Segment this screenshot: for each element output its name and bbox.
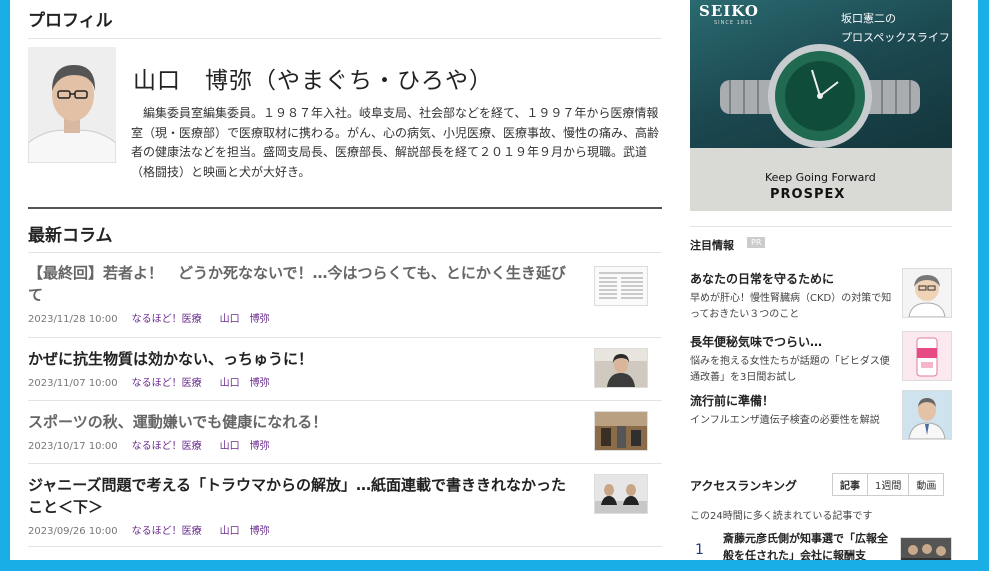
article-author-link[interactable]: 山口 博弥 <box>220 441 270 452</box>
tab-weekly[interactable]: 1週間 <box>867 474 908 495</box>
article-thumbnail[interactable] <box>594 266 648 306</box>
divider <box>28 546 662 547</box>
section-divider <box>28 207 662 209</box>
ranking-description: この24時間に多く読まれている記事です <box>690 511 873 522</box>
article-item[interactable]: 【最終回】若者よ！ どうか死なないで！…今はつらくても、とにかく生き延びて 20… <box>28 262 662 325</box>
article-meta: 2023/11/28 10:00 なるほど！医療 山口 博弥 <box>28 310 662 325</box>
ranking-section-title: アクセスランキング <box>690 479 798 493</box>
ranking-tabs: 記事 1週間 動画 <box>832 473 945 496</box>
ranking-thumbnail[interactable] <box>900 537 952 560</box>
article-title[interactable]: 【最終回】若者よ！ どうか死なないで！…今はつらくても、とにかく生き延びて <box>28 262 580 306</box>
divider <box>28 400 662 401</box>
columns-section-title: 最新コラム <box>28 226 113 246</box>
article-author-link[interactable]: 山口 博弥 <box>220 314 270 325</box>
divider <box>690 226 952 227</box>
yogurt-product-thumb[interactable] <box>902 331 952 381</box>
article-item[interactable]: かぜに抗生物質は効かない、っちゅうに！ 2023/11/07 10:00 なるほど… <box>28 348 662 389</box>
article-author-link[interactable]: 山口 博弥 <box>220 378 270 389</box>
ad-product-name: PROSPEX <box>770 187 846 202</box>
author-bio: 編集委員室編集委員。１９８７年入社。岐阜支局、社会部などを経て、１９９７年から医… <box>131 106 660 179</box>
divider <box>28 337 662 338</box>
article-thumbnail[interactable] <box>594 411 648 451</box>
ad-tagline: Keep Going Forward <box>765 171 876 184</box>
article-item[interactable]: スポーツの秋、運動嫌いでも健康になれる！ 2023/10/17 10:00 なるほ… <box>28 411 662 452</box>
article-meta: 2023/09/26 10:00 なるほど！医療 山口 博弥 <box>28 522 662 537</box>
article-meta: 2023/10/17 10:00 なるほど！医療 山口 博弥 <box>28 437 662 452</box>
article-item[interactable]: ジャニーズ問題で考える「トラウマからの解放」…紙面連載で書ききれなかったこと＜下… <box>28 474 662 537</box>
notice-section-title: 注目情報 <box>690 239 734 252</box>
divider <box>28 38 662 39</box>
article-category-link[interactable]: なるほど！医療 <box>132 314 202 325</box>
watch-image <box>720 44 920 148</box>
author-name: 山口 博弥（やまぐち・ひろや） <box>133 68 493 94</box>
doctor-photo-thumb[interactable] <box>902 390 952 440</box>
notice-body: 悩みを抱える女性たちが話題の「ビヒダス便通改善」を3日間お試し <box>690 356 890 383</box>
article-title[interactable]: ジャニーズ問題で考える「トラウマからの解放」…紙面連載で書ききれなかったこと＜下… <box>28 474 580 518</box>
article-title[interactable]: スポーツの秋、運動嫌いでも健康になれる！ <box>28 411 580 433</box>
ranking-article-title[interactable]: 斎藤元彦氏側が知事選で「広報全般を任された」会社に報酬支 <box>723 530 893 560</box>
profile-section-title: プロフィル <box>28 11 113 31</box>
pr-badge: PR <box>747 237 766 248</box>
article-thumbnail[interactable] <box>594 474 648 514</box>
page-sheet: プロフィル 山口 博弥（やまぐち・ひろや） 編集委員室編集委員。１９８７年入社。… <box>10 0 978 560</box>
divider <box>28 252 662 253</box>
article-date: 2023/10/17 10:00 <box>28 441 118 452</box>
ad-since-text: SINCE 1881 <box>714 20 754 26</box>
ad-brand-logo: SEIKO <box>699 2 759 20</box>
article-category-link[interactable]: なるほど！医療 <box>132 378 202 389</box>
author-portrait <box>28 47 116 163</box>
article-author-link[interactable]: 山口 博弥 <box>220 526 270 537</box>
watch-advertisement[interactable]: SEIKO SINCE 1881 坂口憲二の プロスペックスライフ Keep G… <box>690 0 952 211</box>
article-category-link[interactable]: なるほど！医療 <box>132 441 202 452</box>
article-date: 2023/11/28 10:00 <box>28 314 118 325</box>
notice-body: 早めが肝心！慢性腎臓病（CKD）の対策で知っておきたい３つのこと <box>690 293 892 320</box>
tab-articles[interactable]: 記事 <box>833 474 867 495</box>
article-meta: 2023/11/07 10:00 なるほど！医療 山口 博弥 <box>28 374 662 389</box>
article-date: 2023/11/07 10:00 <box>28 378 118 389</box>
tab-videos[interactable]: 動画 <box>908 474 943 495</box>
ad-headline: 坂口憲二の <box>841 12 896 25</box>
doctor-illustration-thumb[interactable] <box>902 268 952 318</box>
article-date: 2023/09/26 10:00 <box>28 526 118 537</box>
article-thumbnail[interactable] <box>594 348 648 388</box>
notice-item[interactable]: 流行前に準備！ インフルエンザ遺伝子検査の必要性を解説 <box>690 390 952 440</box>
notice-body: インフルエンザ遺伝子検査の必要性を解説 <box>690 415 880 426</box>
notice-item[interactable]: あなたの日常を守るために 早めが肝心！慢性腎臓病（CKD）の対策で知っておきたい… <box>690 268 952 323</box>
divider <box>28 463 662 464</box>
notice-item[interactable]: 長年便秘気味でつらい… 悩みを抱える女性たちが話題の「ビヒダス便通改善」を3日間… <box>690 331 952 386</box>
ranking-number: 1 <box>695 542 704 558</box>
article-title[interactable]: かぜに抗生物質は効かない、っちゅうに！ <box>28 348 580 370</box>
article-category-link[interactable]: なるほど！医療 <box>132 526 202 537</box>
